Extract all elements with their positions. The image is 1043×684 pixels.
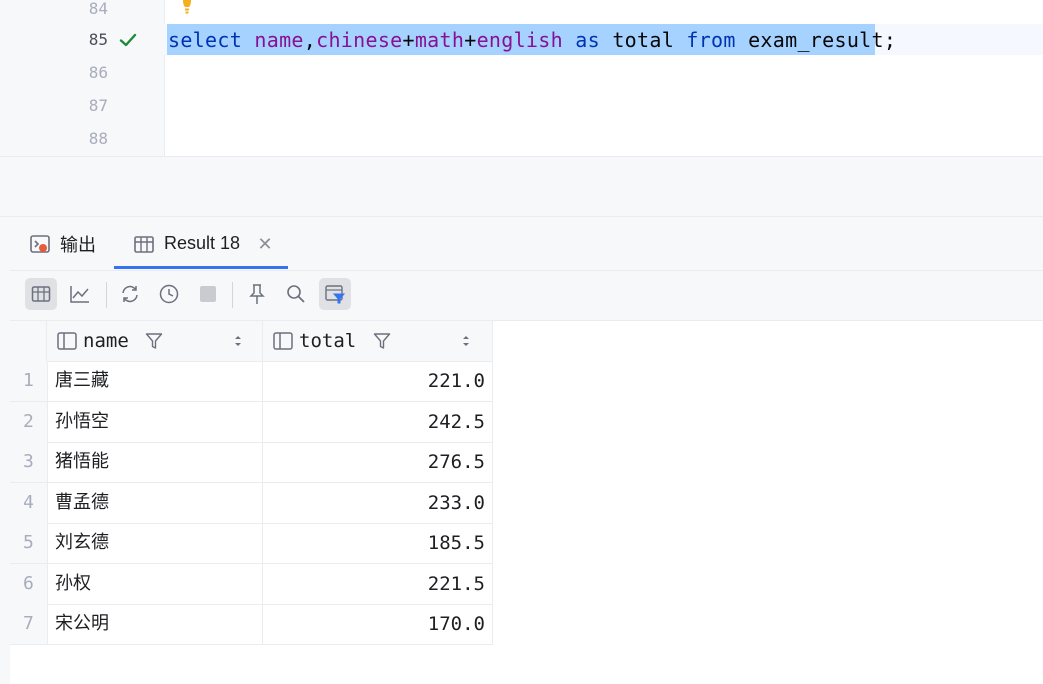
row-number[interactable]: 3 (10, 442, 47, 482)
editor-left-margin (0, 0, 62, 156)
code-token: total (599, 28, 687, 52)
column-header-total[interactable]: total (263, 321, 493, 361)
tab-output[interactable]: 输出 (29, 217, 96, 270)
refresh-icon (122, 285, 138, 303)
cell-name[interactable]: 唐三藏 (47, 361, 263, 401)
column-header-label: name (83, 330, 129, 352)
filter-icon[interactable] (145, 332, 163, 350)
filter-icon[interactable] (373, 332, 391, 350)
cell-total[interactable]: 233.0 (263, 482, 493, 523)
row-number[interactable]: 1 (10, 361, 47, 401)
lightbulb-icon[interactable] (179, 0, 195, 14)
code-token: + (402, 28, 415, 52)
row-number[interactable]: 5 (10, 523, 47, 563)
chart-view-button[interactable] (64, 278, 96, 310)
cell-name[interactable]: 曹孟德 (47, 482, 263, 523)
stop-icon (200, 286, 216, 302)
stop-button[interactable] (192, 278, 224, 310)
search-button[interactable] (280, 278, 312, 310)
code-token: english (476, 28, 563, 52)
line-number: 86 (88, 63, 108, 82)
sql-statement[interactable]: select name,chinese+math+english as tota… (168, 28, 896, 52)
sql-editor[interactable]: 84 85 86 87 88 select name,chinese+math+… (0, 0, 1043, 157)
table-icon (134, 235, 154, 253)
cell-total[interactable]: 276.5 (263, 442, 493, 482)
toolbar-separator (106, 282, 107, 308)
check-icon (119, 33, 137, 47)
code-token: math (414, 28, 465, 52)
sort-icon[interactable] (233, 333, 243, 349)
line-number-active: 85 (88, 30, 108, 49)
line-number: 87 (88, 96, 108, 115)
row-number-header (10, 321, 47, 361)
column-icon (273, 332, 293, 350)
row-number[interactable]: 4 (10, 482, 47, 523)
chart-view-icon (70, 286, 89, 303)
table-view-icon (31, 286, 51, 302)
code-token: , (303, 28, 317, 52)
toolbar-separator (232, 282, 233, 308)
cell-name[interactable]: 孙权 (47, 563, 263, 604)
cell-name[interactable]: 猪悟能 (47, 442, 263, 482)
pin-button[interactable] (241, 278, 273, 310)
column-header-name[interactable]: name (47, 321, 263, 361)
code-token: exam_result; (735, 28, 897, 52)
editor-splitter[interactable] (0, 157, 1043, 217)
output-icon (30, 234, 50, 253)
cell-total[interactable]: 185.5 (263, 523, 493, 563)
history-button[interactable] (153, 278, 185, 310)
search-icon (287, 285, 305, 303)
history-icon (159, 284, 179, 304)
refresh-button[interactable] (114, 278, 146, 310)
row-number[interactable]: 7 (10, 604, 47, 644)
cell-name[interactable]: 宋公明 (47, 604, 263, 644)
close-icon[interactable]: ✕ (257, 234, 273, 255)
sort-icon[interactable] (461, 333, 471, 349)
cell-total[interactable]: 242.5 (263, 401, 493, 442)
cell-name[interactable]: 刘玄德 (47, 523, 263, 563)
cell-name[interactable]: 孙悟空 (47, 401, 263, 442)
tab-output-label: 输出 (60, 234, 96, 255)
tab-result-label: Result 18 (164, 233, 241, 253)
active-tab-indicator (114, 266, 288, 269)
code-token: name (254, 28, 304, 52)
tab-result-18[interactable]: Result 18 (133, 217, 240, 270)
cell-total[interactable]: 221.5 (263, 563, 493, 604)
row-number[interactable]: 2 (10, 401, 47, 442)
cell-total[interactable]: 221.0 (263, 361, 493, 401)
code-token: chinese (316, 28, 403, 52)
pin-icon (249, 284, 265, 304)
filter-settings-button[interactable] (319, 278, 351, 310)
filter-settings-icon (325, 285, 346, 304)
row-number[interactable]: 6 (10, 563, 47, 604)
column-icon (57, 332, 77, 350)
line-number: 84 (88, 0, 108, 18)
table-view-button[interactable] (25, 278, 57, 310)
code-token: as (575, 28, 600, 52)
line-number: 88 (88, 129, 108, 148)
code-token: select (168, 28, 243, 52)
column-header-label: total (299, 330, 357, 352)
code-token: from (686, 28, 736, 52)
cell-total[interactable]: 170.0 (263, 604, 493, 644)
code-token: + (464, 28, 477, 52)
